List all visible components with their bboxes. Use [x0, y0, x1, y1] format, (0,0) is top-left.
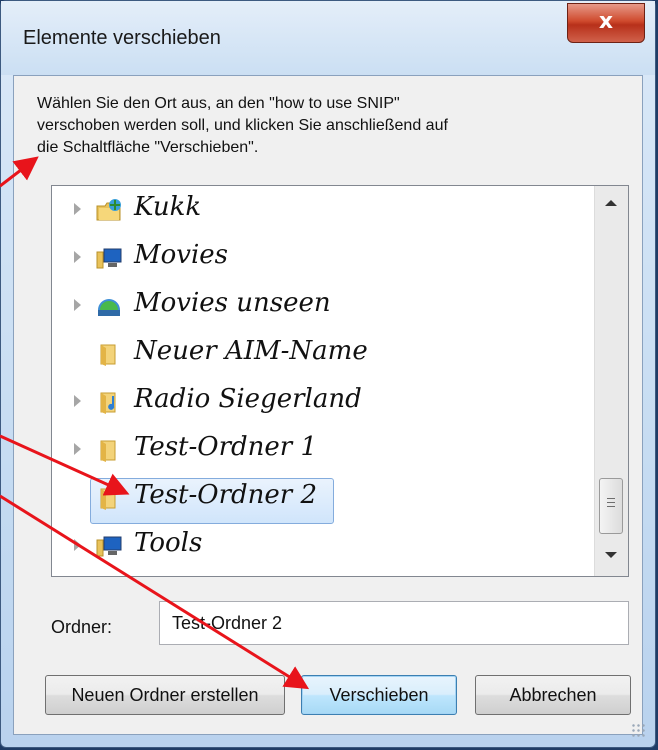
folder-icon: [100, 344, 116, 366]
instruction-line: verschoben werden soll, und klicken Sie …: [37, 117, 448, 134]
tree-item-label: Test-Ordner 1: [134, 432, 318, 462]
new-folder-button[interactable]: Neuen Ordner erstellen: [45, 675, 285, 715]
tree-item-label: Kukk: [134, 192, 202, 222]
tree-item-movies[interactable]: Movies: [52, 236, 592, 282]
computer-folder-icon: [96, 248, 122, 269]
instruction-line: Wählen Sie den Ort aus, an den "how to u…: [37, 95, 400, 112]
tree-item-label: Movies: [134, 240, 229, 270]
folder-tree[interactable]: Kukk Movies Movies unseen Neuer AIM-Name…: [51, 185, 629, 577]
tree-item-radio-siegerland[interactable]: Radio Siegerland: [52, 380, 592, 426]
move-items-dialog: Elemente verschieben x Wählen Sie den Or…: [0, 0, 656, 748]
scrollbar-thumb[interactable]: [599, 478, 623, 534]
move-button[interactable]: Verschieben: [301, 675, 457, 715]
expand-arrow-icon[interactable]: [74, 443, 81, 455]
cancel-button[interactable]: Abbrechen: [475, 675, 631, 715]
folder-icon: [100, 488, 116, 510]
network-folder-icon: [96, 199, 121, 221]
tree-item-movies-unseen[interactable]: Movies unseen: [52, 284, 592, 330]
tree-item-tools[interactable]: Tools: [52, 524, 592, 570]
scroll-up-icon[interactable]: [605, 200, 617, 206]
close-button[interactable]: x: [567, 3, 645, 43]
tree-item-neuer-aim-name[interactable]: Neuer AIM-Name: [52, 332, 592, 378]
folder-name-input[interactable]: [159, 601, 629, 645]
tree-item-kukk[interactable]: Kukk: [52, 188, 592, 234]
tree-item-label: Tools: [134, 528, 203, 558]
expand-arrow-icon[interactable]: [74, 395, 81, 407]
vertical-scrollbar[interactable]: [594, 186, 628, 576]
tree-item-label: Neuer AIM-Name: [134, 336, 368, 366]
close-icon: x: [598, 9, 614, 34]
tree-item-label: Movies unseen: [134, 288, 331, 318]
expand-arrow-icon[interactable]: [74, 299, 81, 311]
resize-grip-icon[interactable]: [631, 723, 645, 737]
title-bar[interactable]: Elemente verschieben x: [1, 1, 655, 75]
instruction-line: die Schaltfläche "Verschieben".: [37, 139, 259, 156]
grip-icon: [607, 498, 615, 510]
music-folder-icon: [100, 392, 116, 414]
instruction-text: Wählen Sie den Ort aus, an den "how to u…: [37, 93, 617, 159]
tree-item-test-ordner-2[interactable]: Test-Ordner 2: [52, 476, 592, 524]
expand-arrow-icon[interactable]: [74, 203, 81, 215]
expand-arrow-icon[interactable]: [74, 251, 81, 263]
tree-item-label: Radio Siegerland: [134, 384, 362, 414]
expand-arrow-icon[interactable]: [74, 539, 81, 551]
scroll-down-icon[interactable]: [605, 552, 617, 558]
network-share-folder-icon: [98, 299, 120, 316]
computer-folder-icon: [96, 536, 122, 557]
folder-field-label: Ordner:: [51, 617, 113, 637]
tree-item-label: Test-Ordner 2: [134, 480, 318, 510]
folder-icon: [100, 440, 116, 462]
tree-item-test-ordner-1[interactable]: Test-Ordner 1: [52, 428, 592, 474]
dialog-title: Elemente verschieben: [23, 27, 221, 49]
